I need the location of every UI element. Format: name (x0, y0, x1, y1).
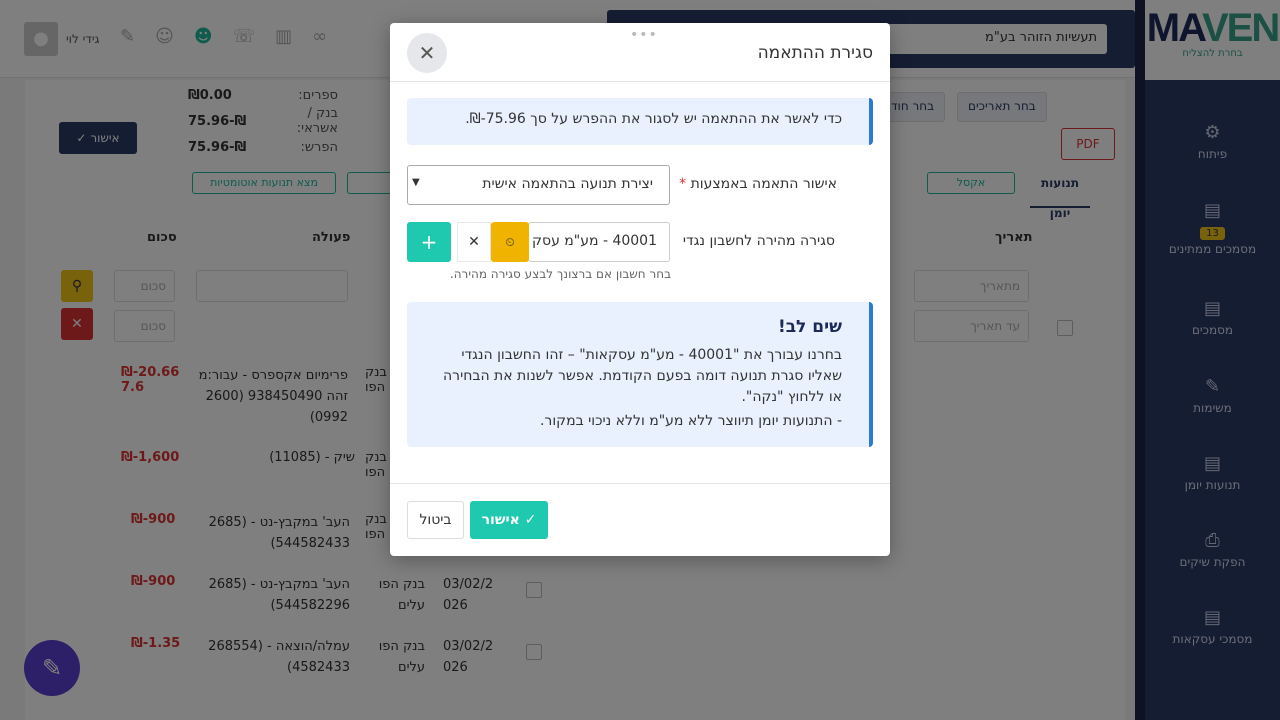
approve-via-label: אישור התאמה באמצעות * (679, 176, 837, 192)
check-icon: ✓ (524, 512, 537, 528)
notice-subtext: - התנועות יומן תיווצר ללא מע"מ וללא ניכו… (539, 413, 842, 429)
account-help-text: בחר חשבון אם ברצונך לבצע סגירה מהירה. (449, 267, 671, 281)
counter-account-input[interactable]: 40001 - מע"מ עסק (528, 222, 670, 262)
clear-account-icon[interactable]: ✕ (457, 222, 491, 262)
drag-handle-icon[interactable]: ••• (630, 27, 658, 43)
ok-button[interactable]: אישור ✓ (470, 501, 548, 539)
modal-header: ••• סגירת ההתאמה ✕ (390, 23, 890, 82)
notice-alert: שים לב! בחרנו עבורך את "40001 - מע"מ עסק… (407, 302, 873, 447)
ok-label: אישור (481, 512, 520, 528)
chevron-down-icon: ▼ (412, 177, 420, 188)
approve-method-value: יצירת תנועה בהתאמה אישית (482, 176, 653, 192)
close-reconciliation-dialog: ••• סגירת ההתאמה ✕ כדי לאשר את ההתאמה יש… (390, 23, 890, 556)
approve-method-select[interactable]: יצירת תנועה בהתאמה אישית ▼ (407, 165, 670, 205)
add-account-button[interactable]: + (407, 222, 451, 262)
history-icon[interactable]: ⏲ (491, 222, 529, 262)
modal-title: סגירת ההתאמה (757, 43, 873, 63)
info-alert: כדי לאשר את ההתאמה יש לסגור את ההפרש על … (407, 98, 873, 145)
quick-close-label: סגירה מהירה לחשבון נגדי (682, 233, 835, 249)
notice-text: בחרנו עבורך את "40001 - מע"מ עסקאות" – ז… (443, 347, 842, 405)
close-icon[interactable]: ✕ (407, 33, 447, 73)
modal-footer: ביטול אישור ✓ (390, 483, 890, 556)
required-mark: * (679, 176, 687, 192)
approve-via-label-text: אישור התאמה באמצעות (690, 176, 837, 192)
notice-title: שים לב! (777, 317, 842, 337)
cancel-button[interactable]: ביטול (407, 501, 464, 539)
